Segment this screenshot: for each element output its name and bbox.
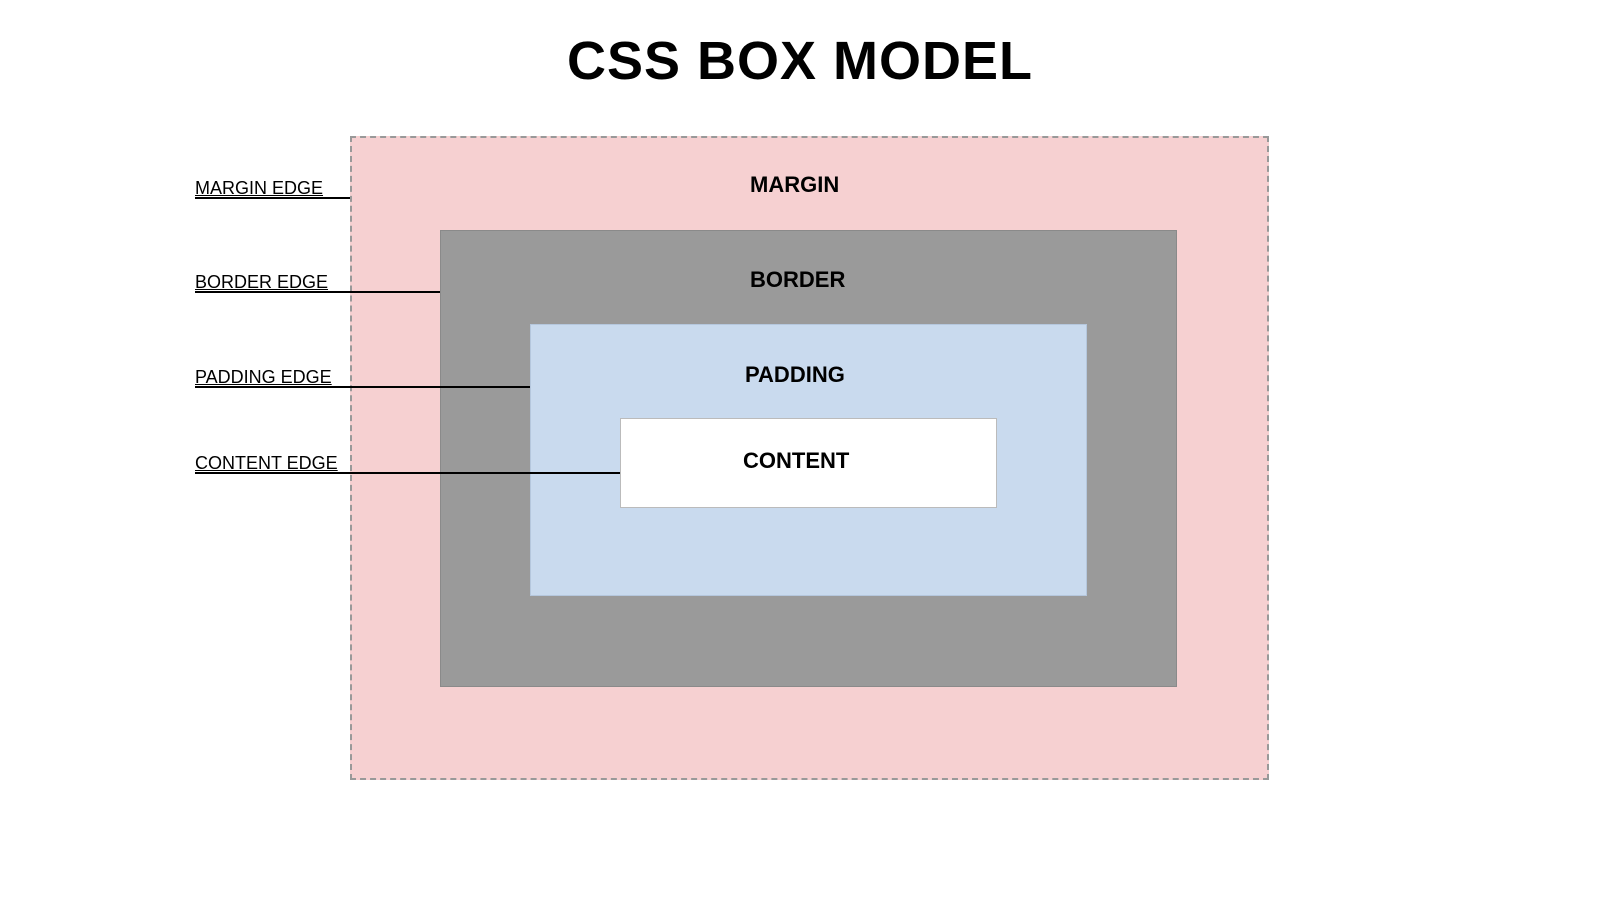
content-connector <box>195 472 620 474</box>
padding-connector <box>195 386 530 388</box>
content-label: CONTENT <box>743 448 849 474</box>
padding-edge-label: PADDING EDGE <box>195 367 332 388</box>
border-label: BORDER <box>750 267 845 293</box>
border-edge-label: BORDER EDGE <box>195 272 328 293</box>
margin-label: MARGIN <box>750 172 839 198</box>
margin-connector <box>195 197 350 199</box>
margin-edge-label: MARGIN EDGE <box>195 178 323 199</box>
diagram-title: CSS BOX MODEL <box>0 30 1600 92</box>
diagram-stage: CSS BOX MODEL MARGIN BORDER PADDING CONT… <box>0 0 1600 900</box>
content-edge-label: CONTENT EDGE <box>195 453 338 474</box>
padding-label: PADDING <box>745 362 845 388</box>
border-connector <box>195 291 440 293</box>
